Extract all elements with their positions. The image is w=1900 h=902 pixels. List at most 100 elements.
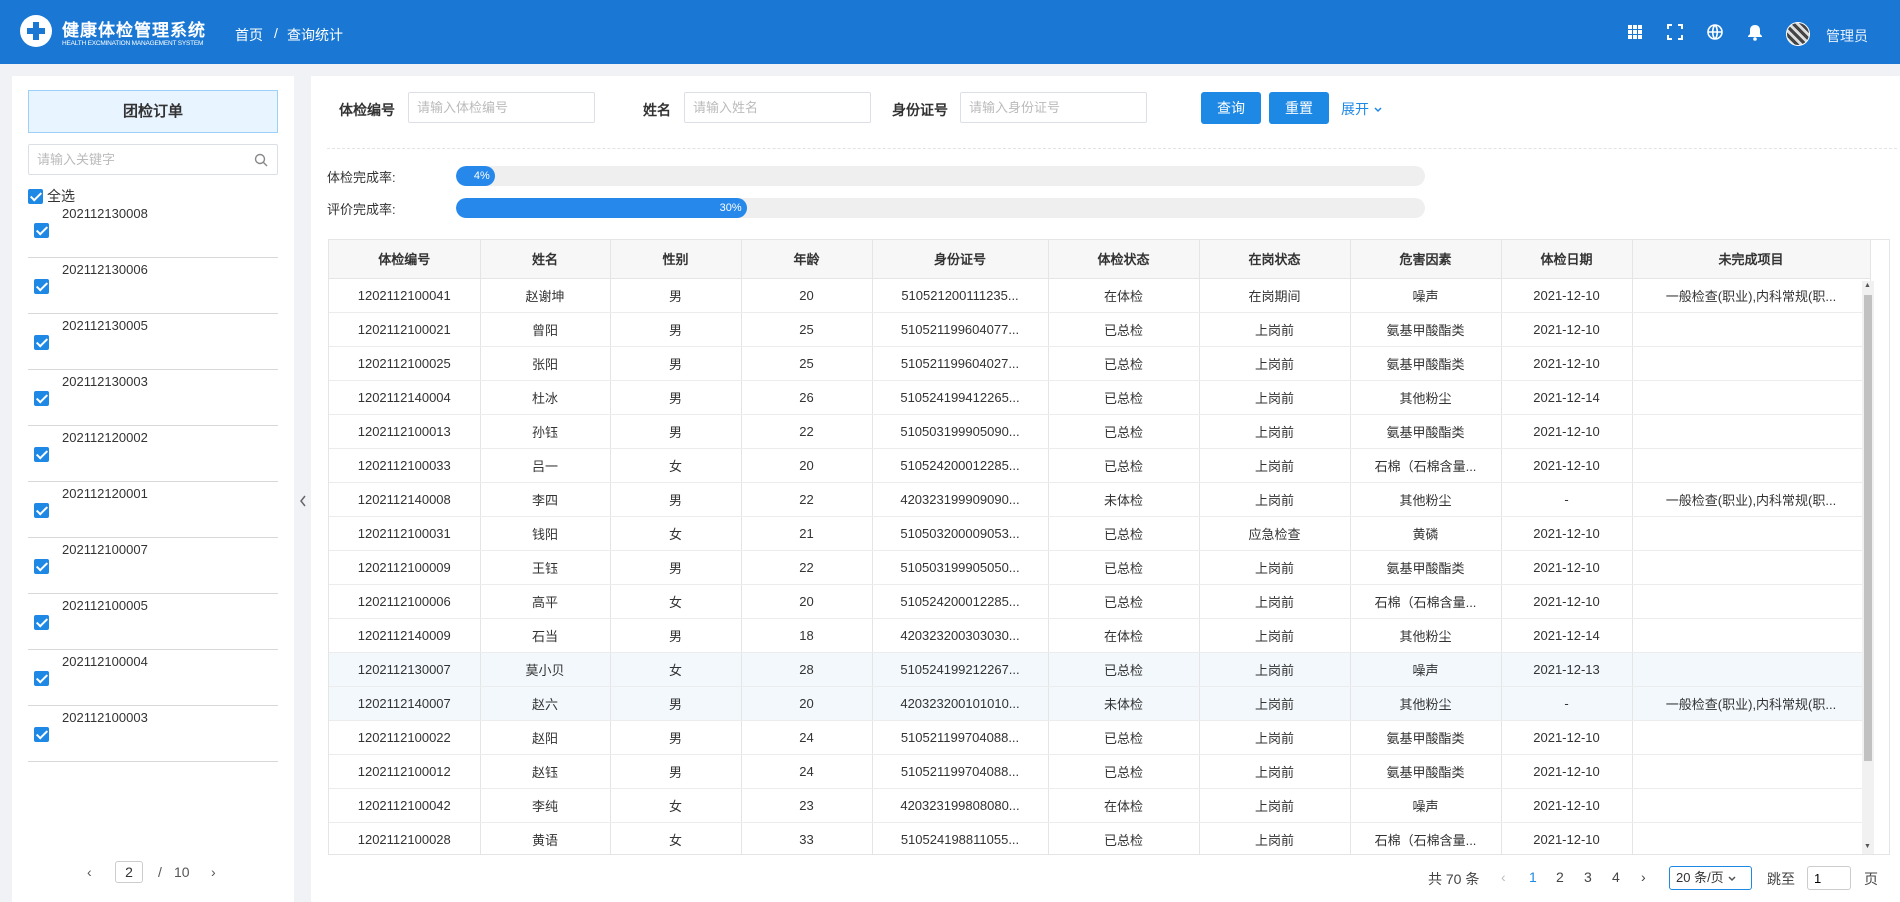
- name-input[interactable]: [684, 92, 871, 123]
- table-row[interactable]: 1202112140004 杜冰男 26 510524199412265... 已总检上…: [329, 380, 1871, 415]
- order-list-item[interactable]: 202112120001: [28, 482, 278, 538]
- page-size-select[interactable]: 20 条/页: [1669, 866, 1752, 890]
- chevron-down-icon: [1374, 107, 1382, 113]
- order-list-item[interactable]: 202112100003: [28, 706, 278, 762]
- table-cell: 氨基甲酸酯类: [1350, 312, 1502, 347]
- order-page-input[interactable]: 2: [115, 861, 143, 883]
- app-subtitle: HEALTH EXCMINATION MANAGEMENT SYSTEM: [62, 40, 204, 47]
- order-list-item[interactable]: 202112100007: [28, 538, 278, 594]
- bell-icon[interactable]: [1746, 23, 1764, 41]
- table-row[interactable]: 1202112140007 赵六男 20 420323200101010... 未体检上…: [329, 686, 1871, 721]
- checkbox-checked-icon[interactable]: [34, 279, 49, 294]
- order-number: 202112130005: [62, 318, 148, 333]
- query-button[interactable]: 查询: [1201, 92, 1261, 124]
- table-cell: 2021-12-10: [1501, 278, 1633, 313]
- next-page-button[interactable]: ›: [1641, 869, 1646, 885]
- table-cell: 上岗前: [1199, 754, 1351, 789]
- table-cell: [1632, 584, 1871, 619]
- page-2-button[interactable]: 2: [1556, 869, 1564, 885]
- table-cell: 1202112100042: [329, 788, 481, 823]
- column-header: 年龄: [741, 240, 873, 279]
- table-row[interactable]: 1202112100009 王钰男 22 510503199905050... 已总检上…: [329, 550, 1871, 585]
- table-cell: 氨基甲酸酯类: [1350, 414, 1502, 449]
- scroll-down-icon[interactable]: ▼: [1864, 843, 1871, 850]
- column-header: 体检状态: [1048, 240, 1200, 279]
- order-list-item[interactable]: 202112130003: [28, 370, 278, 426]
- order-list-item[interactable]: 202112130006: [28, 258, 278, 314]
- table-row[interactable]: 1202112100028 黄语女 33 510524198811055... 已总检上…: [329, 822, 1871, 854]
- table-cell: 1202112140004: [329, 380, 481, 415]
- name-label: 姓名: [643, 102, 671, 118]
- table-row[interactable]: 1202112140009 石当男 18 420323200303030... 在体检上…: [329, 618, 1871, 653]
- search-icon[interactable]: [253, 152, 269, 168]
- breadcrumb-home[interactable]: 首页: [235, 25, 263, 45]
- table-cell: 上岗前: [1199, 346, 1351, 381]
- table-cell: 女: [610, 584, 742, 619]
- jump-page-input[interactable]: [1807, 866, 1851, 890]
- table-row[interactable]: 1202112140008 李四男 22 420323199909090... 未体检上…: [329, 482, 1871, 517]
- checkbox-checked-icon[interactable]: [34, 223, 49, 238]
- table-cell: 510524199412265...: [872, 380, 1049, 415]
- keyword-search-input[interactable]: [28, 144, 278, 175]
- reset-button[interactable]: 重置: [1269, 92, 1329, 124]
- table-scrollbar[interactable]: ▲ ▼: [1862, 281, 1874, 854]
- table-cell: 1202112100009: [329, 550, 481, 585]
- checkbox-checked-icon[interactable]: [34, 503, 49, 518]
- table-cell: 女: [610, 652, 742, 687]
- results-table: 体检编号 姓名 性别 年龄 身份证号 体检状态 在岗状态 危害因素 体检日期 未完成项目 1202…: [329, 240, 1871, 854]
- table-cell: 2021-12-14: [1501, 618, 1633, 653]
- checkbox-checked-icon[interactable]: [34, 447, 49, 462]
- checkbox-checked-icon[interactable]: [34, 671, 49, 686]
- order-number: 202112130008: [62, 206, 148, 221]
- table-row[interactable]: 1202112100041 赵谢坤男 20 510521200111235... 在体检…: [329, 278, 1871, 313]
- scrollbar-thumb[interactable]: [1864, 295, 1872, 761]
- table-row[interactable]: 1202112130007 莫小贝女 28 510524199212267... 已总检…: [329, 652, 1871, 687]
- checkbox-checked-icon[interactable]: [34, 615, 49, 630]
- order-list-item[interactable]: 202112100004: [28, 650, 278, 706]
- table-row[interactable]: 1202112100013 孙钰男 22 510503199905090... 已总检上…: [329, 414, 1871, 449]
- group-order-panel: 团检订单 全选 20211213000820211213000620211213…: [12, 76, 294, 902]
- table-cell: 510503199905090...: [872, 414, 1049, 449]
- table-row[interactable]: 1202112100021 曾阳男 25 510521199604077... 已总检上…: [329, 312, 1871, 347]
- page-1-button[interactable]: 1: [1529, 869, 1537, 885]
- page-4-button[interactable]: 4: [1612, 869, 1620, 885]
- table-row[interactable]: 1202112100033 吕一女 20 510524200012285... 已总检上…: [329, 448, 1871, 483]
- table-row[interactable]: 1202112100031 钱阳女 21 510503200009053... 已总检应…: [329, 516, 1871, 551]
- order-next-page-button[interactable]: ›: [211, 864, 216, 880]
- user-avatar[interactable]: [1786, 22, 1810, 46]
- page-3-button[interactable]: 3: [1584, 869, 1592, 885]
- id-number-input[interactable]: [960, 92, 1147, 123]
- table-row[interactable]: 1202112100042 李纯女 23 420323199808080... 在体检上…: [329, 788, 1871, 823]
- table-cell: [1632, 550, 1871, 585]
- collapse-sidebar-icon[interactable]: [298, 494, 308, 508]
- order-number: 202112100003: [62, 710, 148, 725]
- order-list-item[interactable]: 202112100005: [28, 594, 278, 650]
- checkbox-checked-icon[interactable]: [34, 335, 49, 350]
- table-row[interactable]: 1202112100006 高平女 20 510524200012285... 已总检上…: [329, 584, 1871, 619]
- table-cell: 25: [741, 312, 873, 347]
- table-cell: 22: [741, 414, 873, 449]
- order-list-item[interactable]: 202112130005: [28, 314, 278, 370]
- globe-icon[interactable]: [1706, 23, 1724, 41]
- table-cell: 24: [741, 720, 873, 755]
- exam-no-input[interactable]: [408, 92, 595, 123]
- prev-page-button[interactable]: ‹: [1501, 869, 1506, 885]
- query-stats-panel: 体检编号 姓名 身份证号 查询 重置 展开 体检完成率: 4% 评价完成率: 3…: [311, 76, 1900, 902]
- user-name[interactable]: 管理员: [1826, 26, 1868, 46]
- fullscreen-icon[interactable]: [1666, 23, 1684, 41]
- table-cell: [1632, 822, 1871, 854]
- order-prev-page-button[interactable]: ‹: [87, 864, 92, 880]
- table-row[interactable]: 1202112100022 赵阳男 24 510521199704088... 已总检上…: [329, 720, 1871, 755]
- order-list-item[interactable]: 202112130008: [28, 202, 278, 258]
- app-title: 健康体检管理系统: [62, 21, 206, 40]
- checkbox-checked-icon[interactable]: [34, 727, 49, 742]
- checkbox-checked-icon[interactable]: [34, 559, 49, 574]
- table-cell: 23: [741, 788, 873, 823]
- checkbox-checked-icon[interactable]: [34, 391, 49, 406]
- scroll-up-icon[interactable]: ▲: [1864, 282, 1871, 289]
- table-row[interactable]: 1202112100025 张阳男 25 510521199604027... 已总检上…: [329, 346, 1871, 381]
- table-row[interactable]: 1202112100012 赵钰男 24 510521199704088... 已总检上…: [329, 754, 1871, 789]
- order-list-item[interactable]: 202112120002: [28, 426, 278, 482]
- apps-grid-icon[interactable]: [1626, 23, 1644, 41]
- expand-filters-link[interactable]: 展开: [1341, 99, 1383, 119]
